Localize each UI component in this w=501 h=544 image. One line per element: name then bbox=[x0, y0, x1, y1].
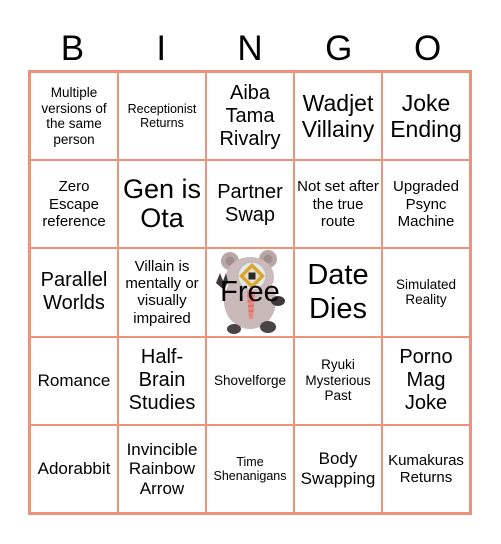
bingo-cell[interactable]: Adorabbit bbox=[30, 424, 118, 513]
bingo-cell[interactable]: Body Swapping bbox=[294, 424, 382, 513]
bingo-cell[interactable]: Invincible Rainbow Arrow bbox=[118, 424, 206, 513]
bingo-cell[interactable]: Date Dies bbox=[294, 248, 382, 337]
bingo-cell[interactable]: Time Shenanigans bbox=[206, 424, 294, 513]
header-letter-g: G bbox=[325, 29, 353, 68]
bingo-cell[interactable]: Zero Escape reference bbox=[30, 160, 118, 249]
bingo-cell[interactable]: Multiple versions of the same person bbox=[30, 72, 118, 161]
bingo-cell[interactable]: Aiba Tama Rivalry bbox=[206, 72, 294, 161]
bingo-cell[interactable]: Romance bbox=[30, 336, 118, 425]
bingo-cell[interactable]: Kumakuras Returns bbox=[382, 424, 470, 513]
free-space-label: Free bbox=[220, 275, 280, 308]
header-letter-b: B bbox=[60, 29, 85, 68]
bingo-cell[interactable]: Parallel Worlds bbox=[30, 248, 118, 337]
header-letter-n: N bbox=[237, 29, 263, 68]
bingo-cell[interactable]: Receptionist Returns bbox=[118, 72, 206, 161]
bingo-cell[interactable]: Wadjet Villainy bbox=[294, 72, 382, 161]
bingo-cell[interactable]: Porno Mag Joke bbox=[382, 336, 470, 425]
bingo-cell[interactable]: Not set after the true route bbox=[294, 160, 382, 249]
bingo-cell[interactable]: Ryuki Mysterious Past bbox=[294, 336, 382, 425]
header-letter-i: I bbox=[156, 29, 167, 68]
bingo-cell[interactable]: Joke Ending bbox=[382, 72, 470, 161]
bingo-card: Multiple versions of the same person Rec… bbox=[28, 70, 472, 515]
bingo-cell[interactable]: Gen is Ota bbox=[118, 160, 206, 249]
bingo-cell[interactable]: Partner Swap bbox=[206, 160, 294, 249]
bingo-cell[interactable]: Upgraded Psync Machine bbox=[382, 160, 470, 249]
bingo-header: B I N G O bbox=[28, 28, 472, 70]
bingo-cell[interactable]: Shovelforge bbox=[206, 336, 294, 425]
bingo-cell[interactable]: Villain is mentally or visually impaired bbox=[118, 248, 206, 337]
header-letter-o: O bbox=[413, 29, 442, 68]
bingo-cell[interactable]: Simulated Reality bbox=[382, 248, 470, 337]
free-space-cell[interactable]: Free bbox=[206, 248, 294, 337]
bingo-cell[interactable]: Half-Brain Studies bbox=[118, 336, 206, 425]
